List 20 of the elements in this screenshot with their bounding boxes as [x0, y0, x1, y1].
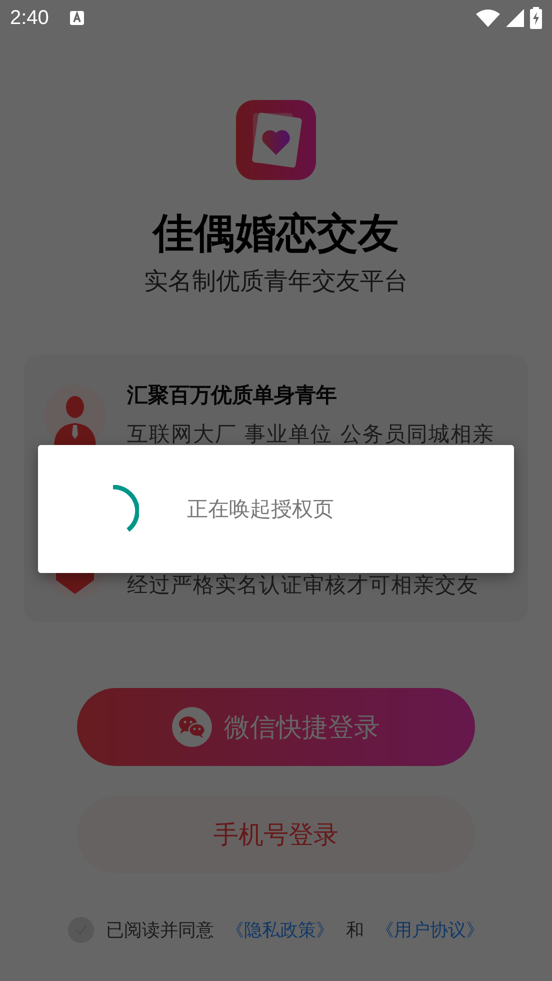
feature-title: 汇聚百万优质单身青年	[127, 382, 338, 409]
signal-icon	[506, 9, 524, 27]
wechat-login-button[interactable]: 微信快捷登录	[77, 688, 475, 766]
spinner-icon	[111, 485, 139, 533]
agreement-text: 已阅读并同意	[106, 919, 214, 942]
app-slogan: 实名制优质青年交友平台	[144, 266, 408, 296]
keyboard-icon	[68, 10, 85, 26]
privacy-policy-link[interactable]: 《隐私政策》	[226, 918, 334, 942]
battery-icon	[530, 7, 542, 29]
agree-checkbox[interactable]	[68, 917, 94, 943]
chat-bubbles-icon	[172, 707, 212, 747]
feature-description: 经过严格实名认证审核才可相亲交友	[127, 572, 479, 599]
app-title: 佳偶婚恋交友	[153, 208, 399, 259]
agreement-text: 和	[346, 919, 364, 942]
status-time: 2:40	[10, 6, 49, 30]
user-agreement-link[interactable]: 《用户协议》	[376, 918, 484, 942]
dialog-message: 正在唤起授权页	[187, 496, 334, 523]
wifi-icon	[476, 9, 500, 27]
phone-login-button[interactable]: 手机号登录	[77, 796, 475, 873]
feature-description: 互联网大厂 事业单位 公务员同城相亲	[127, 421, 494, 448]
